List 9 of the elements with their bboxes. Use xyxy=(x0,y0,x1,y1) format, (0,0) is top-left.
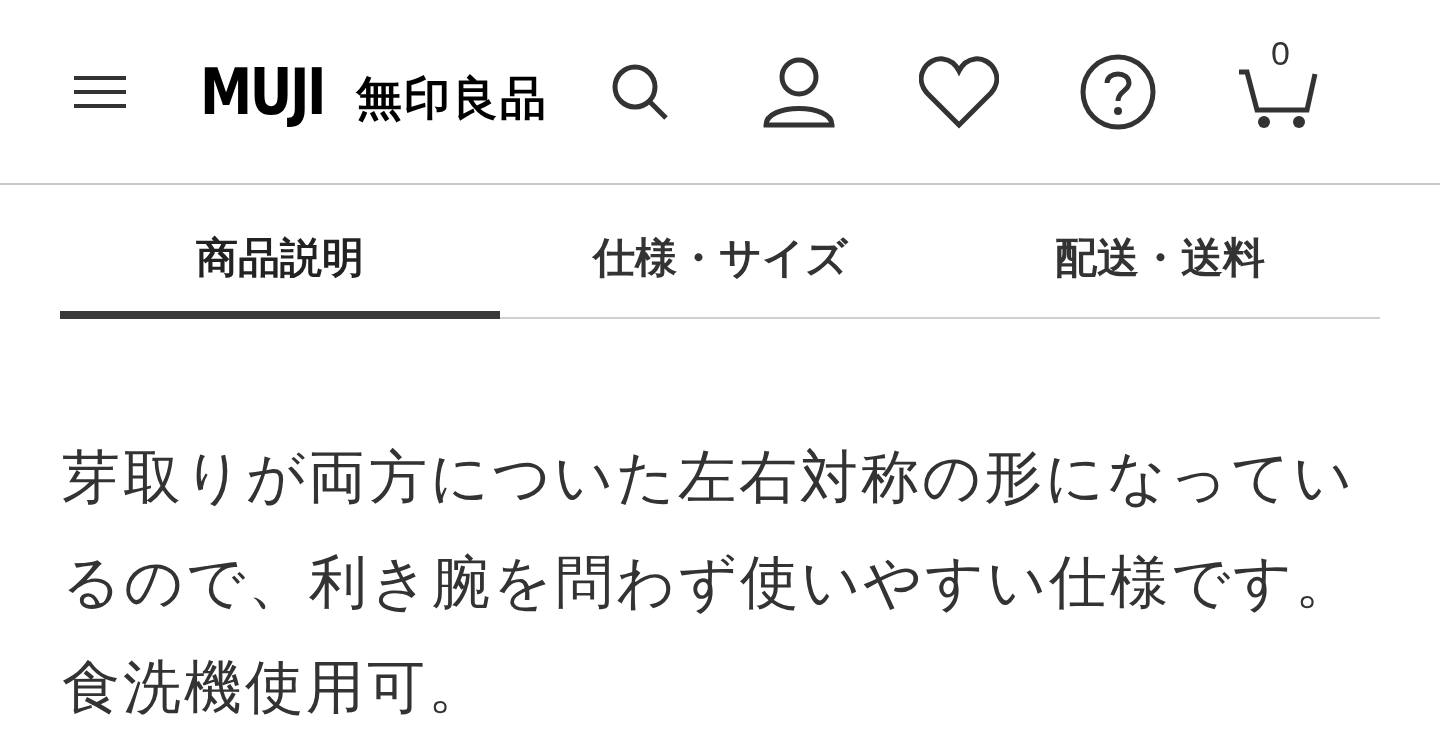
help-icon[interactable] xyxy=(1079,52,1157,131)
tab[interactable]: 商品説明 xyxy=(60,203,500,319)
cart-count: 0 xyxy=(1271,35,1290,70)
tab[interactable]: 仕様・サイズ xyxy=(500,203,940,319)
logo[interactable]: MUJI 無印良品 xyxy=(200,43,548,140)
description-text: 芽取りが両方についた左右対称の形になっているので、利き腕を問わず使いやすい仕様です。食洗機使用可。 xyxy=(62,443,1357,721)
cart-button[interactable]: 0 xyxy=(1237,33,1319,130)
tab[interactable]: 配送・送料 xyxy=(940,203,1380,319)
heart-icon[interactable] xyxy=(919,54,999,129)
